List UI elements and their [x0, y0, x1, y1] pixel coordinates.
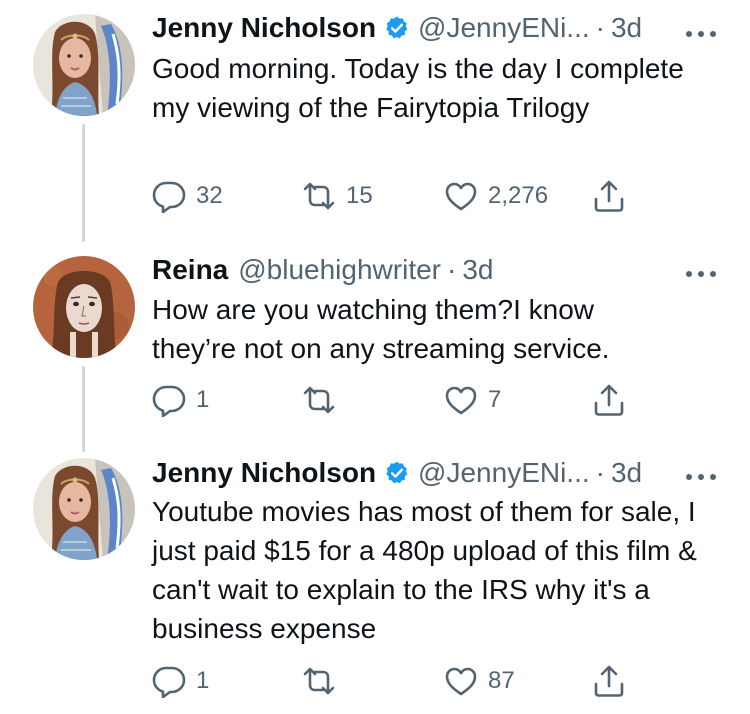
tweet-text: How are you watching them?I know they’re… [152, 294, 610, 364]
more-dots-icon[interactable] [683, 266, 719, 277]
tweet-header: Jenny Nicholson @JennyENi... · 3d [152, 10, 642, 46]
tweet-actions: 32 15 2,276 [152, 176, 652, 216]
display-name[interactable]: Jenny Nicholson [152, 12, 376, 44]
thread-line [82, 124, 85, 242]
retweet-icon [303, 182, 335, 210]
share-button[interactable] [592, 380, 626, 420]
share-icon [594, 665, 624, 697]
handle[interactable]: @bluehighwriter [238, 254, 441, 286]
tweet-text: Youtube movies has most of them for sale… [152, 496, 697, 644]
retweet-button[interactable] [302, 380, 346, 420]
heart-icon [445, 386, 477, 415]
retweet-count: 15 [346, 182, 373, 209]
like-button[interactable]: 7 [444, 380, 501, 420]
timestamp[interactable]: 3d [611, 12, 642, 44]
share-button[interactable] [592, 176, 626, 216]
separator-dot: · [447, 254, 457, 285]
like-button[interactable]: 87 [444, 661, 515, 701]
reply-icon [152, 181, 186, 213]
tweet-actions: 1 7 [152, 380, 652, 420]
handle[interactable]: @JennyENi... [418, 12, 590, 44]
like-count: 7 [488, 386, 502, 413]
display-name[interactable]: Reina [152, 254, 228, 286]
display-name[interactable]: Jenny Nicholson [152, 457, 376, 489]
verified-badge-icon [384, 460, 410, 486]
more-dots-icon[interactable] [683, 26, 719, 37]
reply-button[interactable]: 1 [152, 661, 209, 701]
avatar[interactable] [33, 458, 135, 560]
share-icon [594, 384, 624, 416]
separator-dot: · [595, 457, 605, 488]
like-button[interactable]: 2,276 [444, 176, 548, 216]
reply-icon [152, 666, 186, 698]
retweet-icon [303, 667, 335, 695]
retweet-icon [303, 386, 335, 414]
reply-button[interactable]: 32 [152, 176, 223, 216]
handle[interactable]: @JennyENi... [418, 457, 590, 489]
timestamp[interactable]: 3d [462, 254, 493, 286]
heart-icon [445, 182, 477, 211]
reply-count: 32 [196, 182, 223, 209]
like-count: 87 [488, 667, 515, 694]
reply-button[interactable]: 1 [152, 380, 209, 420]
like-count: 2,276 [488, 182, 549, 209]
reply-icon [152, 385, 186, 417]
retweet-button[interactable]: 15 [302, 176, 373, 216]
avatar[interactable] [33, 256, 135, 358]
tweet-text: Good morning. Today is the day I complet… [152, 53, 684, 123]
thread-line [82, 366, 85, 452]
reply-count: 1 [196, 667, 210, 694]
heart-icon [445, 667, 477, 696]
tweet-header: Reina @bluehighwriter · 3d [152, 252, 493, 288]
reply-count: 1 [196, 386, 210, 413]
tweet-header: Jenny Nicholson @JennyENi... · 3d [152, 455, 642, 491]
share-button[interactable] [592, 661, 626, 701]
avatar[interactable] [33, 14, 135, 116]
retweet-button[interactable] [302, 661, 346, 701]
more-dots-icon[interactable] [683, 469, 719, 480]
separator-dot: · [595, 12, 605, 43]
tweet-actions: 1 87 [152, 661, 652, 701]
share-icon [594, 180, 624, 212]
timestamp[interactable]: 3d [611, 457, 642, 489]
verified-badge-icon [384, 15, 410, 41]
